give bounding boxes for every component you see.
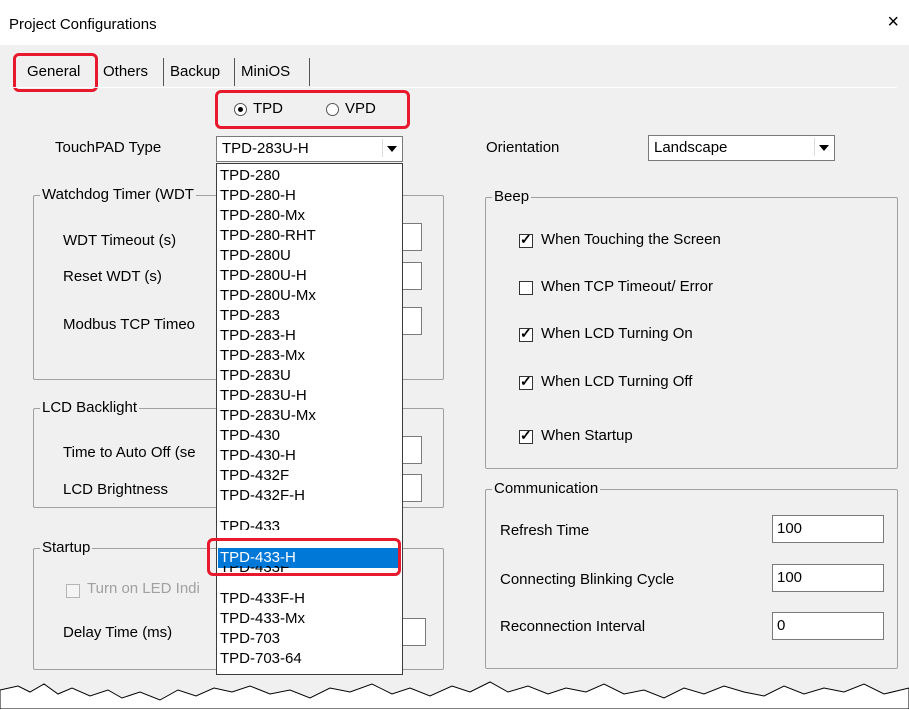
led-indicator-checkbox[interactable] [66, 584, 80, 598]
delay-time-input[interactable] [400, 618, 426, 646]
touchpad-type-dropdown-list[interactable]: TPD-280 TPD-280-H TPD-280-Mx TPD-280-RHT… [216, 163, 403, 675]
reconnection-interval-value: 0 [777, 617, 786, 634]
wdt-timeout-input[interactable] [400, 223, 422, 251]
modbus-tcp-timeout-label: Modbus TCP Timeo [63, 316, 196, 333]
orientation-combo[interactable]: Landscape [648, 135, 835, 161]
device-type-highlight [215, 90, 410, 129]
dropdown-item[interactable]: TPD-433 [220, 520, 280, 530]
blinking-cycle-label: Connecting Blinking Cycle [500, 571, 675, 588]
chevron-down-icon[interactable] [382, 139, 400, 157]
beep-group-title: Beep [492, 188, 532, 205]
tab-others[interactable]: Others [100, 58, 151, 86]
led-indicator-label: Turn on LED Indi [87, 580, 200, 597]
dropdown-item[interactable]: TPD-430-H [220, 446, 296, 466]
beep-lcd-off-label: When LCD Turning Off [541, 373, 693, 390]
beep-touch-screen-label: When Touching the Screen [541, 231, 721, 248]
touchpad-type-combo[interactable]: TPD-283U-H [216, 136, 403, 162]
selected-item-highlight [207, 538, 401, 576]
watchdog-group-title: Watchdog Timer (WDT [40, 186, 196, 203]
dropdown-item[interactable]: TPD-283U-H [220, 386, 307, 406]
tab-minios[interactable]: MiniOS [238, 58, 293, 86]
touchpad-type-label: TouchPAD Type [55, 139, 162, 156]
dropdown-item[interactable]: TPD-280 [220, 166, 280, 186]
tab-divider [309, 58, 310, 86]
dropdown-item[interactable]: TPD-280U [220, 246, 291, 266]
beep-lcd-off-checkbox[interactable] [519, 373, 533, 390]
modbus-tcp-timeout-input[interactable] [400, 307, 422, 335]
refresh-time-input[interactable]: 100 [772, 515, 884, 543]
dropdown-item[interactable]: TPD-433F-H [220, 589, 305, 609]
dropdown-item[interactable]: TPD-280-Mx [220, 206, 305, 226]
touchpad-type-value: TPD-283U-H [222, 140, 309, 157]
dropdown-item[interactable]: TPD-280-H [220, 186, 296, 206]
window-title: Project Configurations [9, 16, 157, 33]
torn-edge-decoration [0, 681, 909, 709]
blinking-cycle-value: 100 [777, 569, 803, 586]
beep-startup-checkbox[interactable] [519, 427, 533, 444]
tab-backup[interactable]: Backup [167, 58, 223, 86]
beep-tcp-timeout-label: When TCP Timeout/ Error [541, 278, 714, 295]
title-bar: Project Configurations × [0, 0, 909, 45]
refresh-time-label: Refresh Time [500, 522, 590, 539]
reset-wdt-input[interactable] [400, 262, 422, 290]
beep-lcd-on-checkbox[interactable] [519, 325, 533, 342]
dropdown-item[interactable]: TPD-283U-Mx [220, 406, 316, 426]
orientation-value: Landscape [654, 139, 728, 156]
delay-time-label: Delay Time (ms) [63, 624, 173, 641]
dropdown-item[interactable]: TPD-283 [220, 306, 280, 326]
orientation-label: Orientation [486, 139, 560, 156]
auto-off-time-input[interactable] [400, 436, 422, 464]
beep-touch-screen-checkbox[interactable] [519, 231, 533, 248]
dropdown-item[interactable]: TPD-283-H [220, 326, 296, 346]
dropdown-item[interactable]: TPD-430 [220, 426, 280, 446]
lcd-brightness-label: LCD Brightness [63, 481, 169, 498]
communication-group-title: Communication [492, 480, 601, 497]
beep-lcd-on-label: When LCD Turning On [541, 325, 693, 342]
dropdown-item[interactable]: TPD-280U-Mx [220, 286, 316, 306]
refresh-time-value: 100 [777, 520, 803, 537]
blinking-cycle-input[interactable]: 100 [772, 564, 884, 592]
dropdown-item[interactable]: TPD-283U [220, 366, 291, 386]
dropdown-item[interactable]: TPD-432F-H [220, 486, 305, 506]
tab-divider [234, 58, 235, 86]
lcd-brightness-input[interactable] [400, 474, 422, 502]
dropdown-item[interactable]: TPD-433-Mx [220, 609, 305, 629]
dropdown-item[interactable]: TPD-283-Mx [220, 346, 305, 366]
dropdown-item[interactable]: TPD-280U-H [220, 266, 307, 286]
project-configurations-dialog: Project Configurations × General Others … [0, 0, 909, 709]
dropdown-item[interactable]: TPD-703-64 [220, 649, 302, 669]
beep-tcp-timeout-checkbox[interactable] [519, 281, 533, 295]
dropdown-item[interactable]: TPD-280-RHT [220, 226, 316, 246]
reconnection-interval-label: Reconnection Interval [500, 618, 646, 635]
close-icon[interactable]: × [887, 12, 899, 32]
beep-startup-label: When Startup [541, 427, 633, 444]
lcd-backlight-group-title: LCD Backlight [40, 399, 140, 416]
startup-group-title: Startup [40, 539, 93, 556]
reconnection-interval-input[interactable]: 0 [772, 612, 884, 640]
dropdown-item[interactable]: TPD-432F [220, 466, 289, 486]
chevron-down-icon[interactable] [814, 138, 832, 156]
wdt-timeout-label: WDT Timeout (s) [63, 232, 177, 249]
tab-divider [163, 58, 164, 86]
auto-off-time-label: Time to Auto Off (se [63, 444, 196, 461]
dropdown-item[interactable]: TPD-703 [220, 629, 280, 649]
reset-wdt-label: Reset WDT (s) [63, 268, 162, 285]
